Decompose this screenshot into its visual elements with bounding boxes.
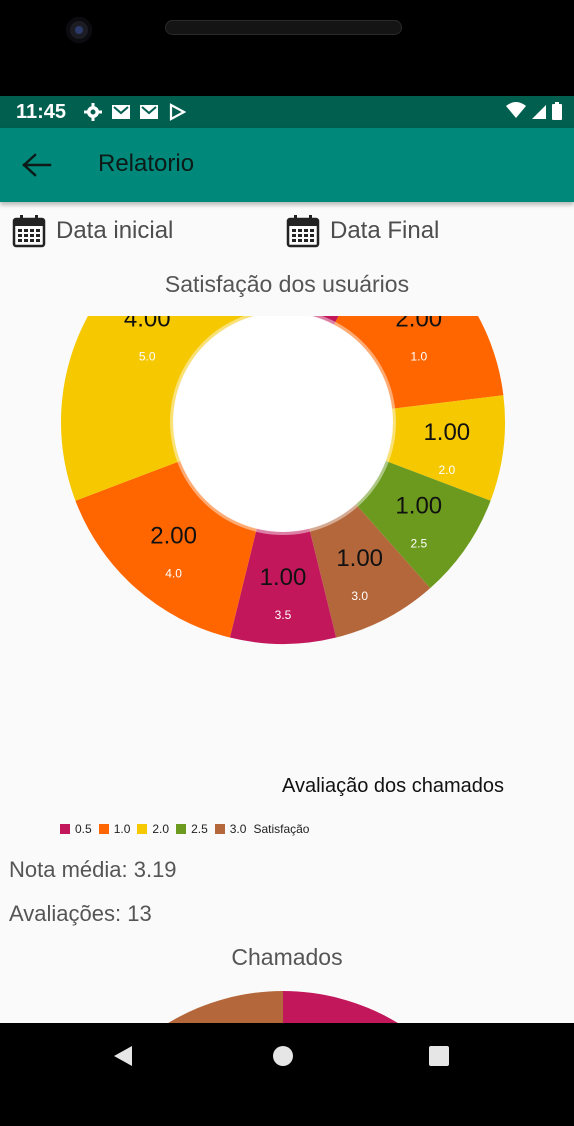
end-date-button[interactable]: Data Final <box>286 214 439 248</box>
start-date-button[interactable]: Data inicial <box>12 214 173 248</box>
start-date-label: Data inicial <box>56 217 174 244</box>
legend-label: 2.5 <box>191 822 208 836</box>
legend-label: 1.0 <box>113 822 131 836</box>
slice-category-label: 4.0 <box>165 567 182 581</box>
satisfaction-chart-title: Satisfação dos usuários <box>164 271 410 297</box>
notification-icons <box>83 102 187 122</box>
slice-value-label: 1.00 <box>336 545 383 572</box>
chart-legend: 0.5 1.0 2.0 2.5 3.0 Satisfação <box>60 822 309 836</box>
legend-swatch <box>176 824 187 834</box>
tickets-slice[interactable] <box>91 991 283 1023</box>
page-title: Relatorio <box>98 150 195 177</box>
app-bar: Relatorio <box>0 128 574 202</box>
legend-swatch <box>214 824 225 834</box>
status-time: 11:45 <box>16 101 67 123</box>
legend-item-3.0: 3.0 <box>214 822 247 836</box>
navigation-bar <box>0 1023 574 1126</box>
front-camera <box>66 17 92 43</box>
slice-category-label: 3.5 <box>275 608 292 622</box>
system-status-icons <box>506 102 562 120</box>
satisfaction-donut-chart[interactable]: 1.000.52.001.01.002.01.002.51.003.01.003… <box>0 316 574 766</box>
legend-swatch <box>60 824 70 834</box>
slice-value-label: 2.00 <box>150 523 197 550</box>
tickets-chart-title: Chamados <box>231 944 343 970</box>
wifi-icon <box>506 102 526 118</box>
slice-category-label: 2.5 <box>410 537 427 551</box>
legend-item-1.0: 1.0 <box>98 822 131 836</box>
calendar-icon <box>286 215 320 248</box>
earpiece-speaker <box>165 20 402 35</box>
slice-category-label: 2.0 <box>438 463 455 477</box>
legend-title: Satisfação <box>253 822 310 836</box>
slice-category-label: 1.0 <box>410 349 427 363</box>
nav-back-icon[interactable] <box>112 1045 134 1067</box>
signal-icon <box>532 105 546 119</box>
slice-value-label: 2.00 <box>395 316 442 332</box>
slice-value-label: 1.00 <box>395 493 442 520</box>
nav-recents-icon[interactable] <box>428 1045 450 1067</box>
gmail-icon <box>112 105 130 119</box>
play-store-icon <box>169 103 187 121</box>
chart-description: Avaliação dos chamados <box>282 775 504 797</box>
settings-icon <box>84 103 102 121</box>
ratings-count: Avaliações: 13 <box>9 901 152 926</box>
legend-item-2.0: 2.0 <box>137 822 169 836</box>
legend-label: 0.5 <box>75 822 92 836</box>
legend-label: 2.0 <box>152 822 170 836</box>
legend-swatch <box>98 824 109 834</box>
tickets-slice[interactable] <box>283 991 475 1023</box>
app-screen: 11:45 Relatorio Data inicial Data Final … <box>0 96 574 1023</box>
tickets-donut-chart[interactable] <box>0 991 574 1023</box>
legend-item-0.5: 0.5 <box>60 822 92 836</box>
slice-category-label: 3.0 <box>351 589 368 603</box>
phone-top-bezel <box>0 0 574 96</box>
slice-value-label: 4.00 <box>124 316 171 332</box>
battery-icon <box>552 102 562 120</box>
slice-value-label: 1.00 <box>423 419 470 446</box>
gmail-icon <box>140 105 158 119</box>
legend-swatch <box>137 824 148 834</box>
arrow-left-icon[interactable] <box>20 150 54 180</box>
donut-hole <box>174 316 392 531</box>
slice-category-label: 5.0 <box>139 349 156 363</box>
slice-value-label: 1.00 <box>260 564 307 591</box>
legend-item-2.5: 2.5 <box>176 822 208 836</box>
legend-label: 3.0 <box>229 822 247 836</box>
end-date-label: Data Final <box>330 217 440 244</box>
average-score: Nota média: 3.19 <box>9 857 177 882</box>
calendar-icon <box>12 215 46 248</box>
nav-home-icon[interactable] <box>272 1045 294 1067</box>
status-bar: 11:45 <box>0 96 574 128</box>
